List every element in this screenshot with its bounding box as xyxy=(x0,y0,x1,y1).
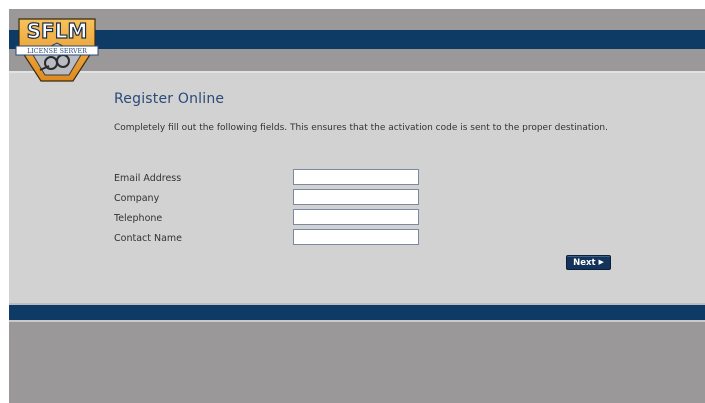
telephone-field[interactable] xyxy=(293,209,419,225)
page-title: Register Online xyxy=(114,91,225,107)
company-field[interactable] xyxy=(293,189,419,205)
email-field[interactable] xyxy=(293,169,419,185)
logo-tagline: LICENSE SERVER xyxy=(27,48,87,55)
telephone-label: Telephone xyxy=(114,213,163,224)
footer-area xyxy=(9,322,705,403)
company-label: Company xyxy=(114,193,160,204)
instructions-text: Completely fill out the following fields… xyxy=(114,123,608,133)
header-top xyxy=(9,9,705,30)
app-frame: Register Online Completely fill out the … xyxy=(9,9,705,403)
header-band xyxy=(9,30,705,49)
play-arrow-icon: ▶ xyxy=(598,258,604,266)
next-button[interactable]: Next ▶ xyxy=(566,255,611,270)
next-button-label: Next xyxy=(573,257,596,268)
contact-name-field[interactable] xyxy=(293,229,419,245)
footer-band xyxy=(9,305,705,320)
sflm-logo: SFLM LICENSE SERVER xyxy=(15,18,99,82)
logo-text: SFLM xyxy=(27,19,88,43)
email-label: Email Address xyxy=(114,173,182,184)
registration-panel: Register Online Completely fill out the … xyxy=(9,73,705,303)
header-lower xyxy=(9,49,705,71)
contact-name-label: Contact Name xyxy=(114,233,183,244)
